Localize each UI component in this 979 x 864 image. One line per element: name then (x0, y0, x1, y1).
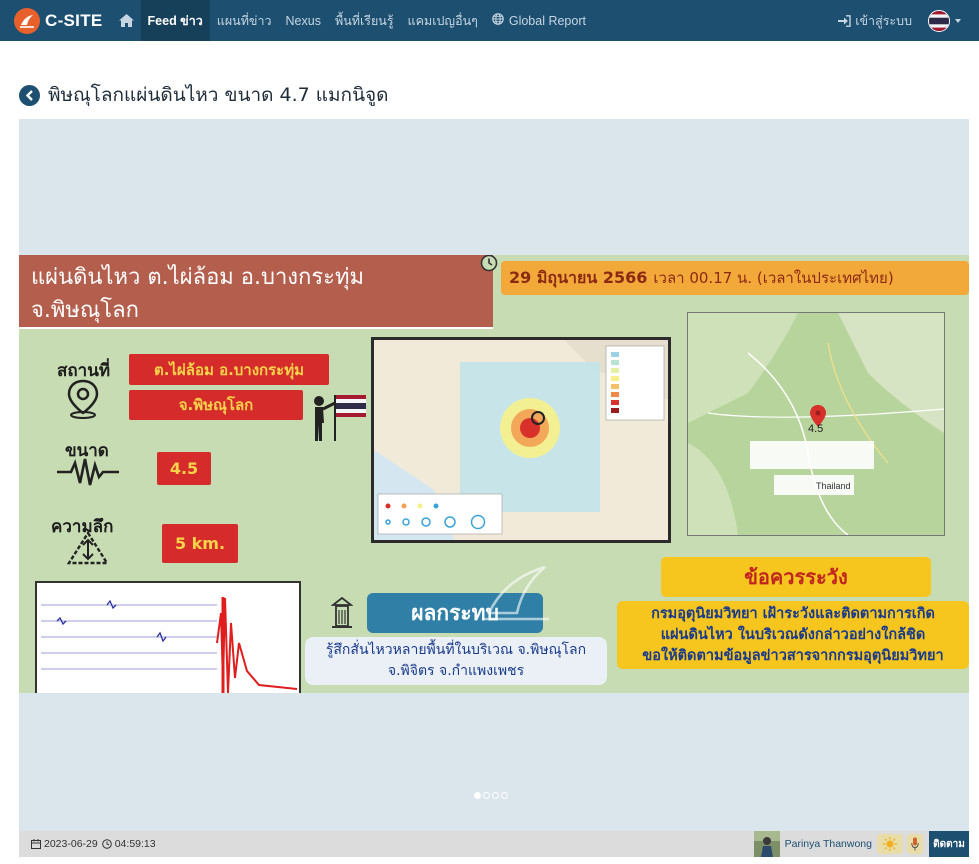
nav-nexus[interactable]: Nexus (279, 0, 328, 41)
image-carousel[interactable]: แผ่นดินไหว ต.ไผ่ล้อม อ.บางกระทุ่ม จ.พิษณ… (19, 119, 969, 831)
clock-icon (101, 839, 112, 849)
date-banner: 29 มิถุนายน 2566 เวลา 00.17 น. (เวลาในปร… (501, 261, 969, 295)
warning-line-1: กรมอุตุนิยมวิทยา เฝ้าระวังและติดตามการเก… (651, 606, 935, 622)
home-icon[interactable] (117, 0, 137, 41)
warning-line-3: ขอให้ติดตามข้อมูลข่าวสารจากกรมอุตุนิยมวิ… (642, 648, 944, 664)
brand-logo-link[interactable]: C-SITE (14, 0, 103, 41)
sign-in-icon (838, 14, 851, 27)
seismogram-image (35, 581, 301, 693)
login-link[interactable]: เข้าสู่ระบบ (838, 11, 912, 31)
impact-line-2: จ.พิจิตร จ.กำแพงเพชร (387, 663, 525, 679)
impact-box: รู้สึกสั่นไหวหลายพื้นที่ในบริเวณ จ.พิษณุ… (305, 637, 607, 685)
author-area: Parinya Thanwong ติดตาม (753, 831, 969, 857)
post-meta-bar: 2023-06-29 04:59:13 Parinya Thanwong ติด… (19, 831, 969, 857)
language-dropdown[interactable] (928, 9, 961, 32)
warning-line-2: แผ่นดินไหว ในบริเวณดังกล่าวอย่างใกล้ชิด (660, 627, 926, 643)
carousel-dot-4[interactable] (501, 792, 508, 799)
warning-box: กรมอุตุนิยมวิทยา เฝ้าระวังและติดตามการเก… (617, 601, 969, 669)
depth-value: 5 km. (162, 524, 238, 563)
csite-logo-icon (14, 7, 40, 34)
event-date: 29 มิถุนายน 2566 (509, 267, 648, 287)
infographic-header-band: แผ่นดินไหว ต.ไผ่ล้อม อ.บางกระทุ่ม จ.พิษณ… (19, 255, 493, 329)
nav-global-report-label: Global Report (508, 13, 586, 28)
location-pin-icon (65, 379, 101, 423)
intensity-map (371, 337, 671, 543)
sun-badge-icon (877, 834, 903, 854)
nav-feed-label: Feed ข่าว (147, 13, 203, 28)
person-with-flag-icon (307, 393, 369, 447)
microphone-badge-icon (907, 834, 923, 854)
brand-name: C-SITE (45, 10, 103, 30)
nav-learning-space-label: พื้นที่เรียนรู้ (334, 13, 394, 28)
csite-watermark-icon (479, 561, 553, 629)
chevron-down-icon (955, 18, 961, 23)
building-icon (330, 596, 354, 633)
page-title: พิษณุโลกแผ่นดินไหว ขนาด 4.7 แมกนิจูด (48, 84, 389, 106)
location-subdistrict: ต.ไผ่ล้อม อ.บางกระทุ่ม (129, 354, 329, 385)
seismic-wave-icon (57, 455, 119, 493)
post-time: 04:59:13 (114, 838, 156, 850)
location-map: 4.5 Thailand (687, 312, 945, 536)
post-timestamp: 2023-06-29 04:59:13 (31, 838, 156, 850)
post-date: 2023-06-29 (44, 838, 98, 850)
carousel-dot-2[interactable] (483, 792, 490, 799)
warning-title: ข้อควรระวัง (661, 557, 931, 597)
nav-learning-space[interactable]: พื้นที่เรียนรู้ (328, 0, 401, 41)
globe-icon (492, 13, 504, 28)
nav-news-map-label: แผนที่ข่าว (216, 13, 272, 28)
nav-news-map[interactable]: แผนที่ข่าว (210, 0, 279, 41)
map-marker-label: 4.5 (808, 423, 824, 435)
top-navbar: C-SITE Feed ข่าว แผนที่ข่าว Nexus พื้นที… (0, 0, 979, 41)
calendar-icon (31, 839, 41, 849)
map-country-label: Thailand (816, 481, 851, 491)
page-header: พิษณุโลกแผ่นดินไหว ขนาด 4.7 แมกนิจูด (19, 80, 389, 110)
nav-nexus-label: Nexus (285, 13, 321, 28)
nav-global-report[interactable]: Global Report (485, 0, 593, 41)
nav-other-campaigns[interactable]: แคมเปญอื่นๆ (401, 0, 485, 41)
infographic-title-line1: แผ่นดินไหว ต.ไผ่ล้อม อ.บางกระทุ่ม (31, 265, 364, 290)
nav-feed[interactable]: Feed ข่าว (140, 0, 210, 41)
magnitude-value: 4.5 (157, 452, 211, 485)
event-time: เวลา 00.17 น. (เวลาในประเทศไทย) (653, 269, 894, 287)
nav-other-campaigns-label: แคมเปญอื่นๆ (407, 13, 478, 28)
thai-flag-icon (928, 9, 950, 32)
back-arrow-icon[interactable] (19, 84, 40, 106)
carousel-indicators (474, 792, 510, 799)
infographic-title-line2: จ.พิษณุโลก (31, 298, 139, 323)
navbar-right: เข้าสู่ระบบ (838, 0, 979, 41)
carousel-slide-image: แผ่นดินไหว ต.ไผ่ล้อม อ.บางกระทุ่ม จ.พิษณ… (19, 255, 969, 693)
depth-triangle-icon (66, 530, 110, 571)
follow-button[interactable]: ติดตาม (929, 831, 969, 857)
carousel-dot-1[interactable] (474, 792, 481, 799)
impact-line-1: รู้สึกสั่นไหวหลายพื้นที่ในบริเวณ จ.พิษณุ… (325, 642, 587, 658)
location-province: จ.พิษณุโลก (129, 390, 303, 420)
login-label: เข้าสู่ระบบ (855, 13, 912, 28)
clock-icon (479, 255, 499, 277)
author-name[interactable]: Parinya Thanwong (785, 838, 872, 850)
carousel-dot-3[interactable] (492, 792, 499, 799)
avatar[interactable] (753, 831, 780, 857)
